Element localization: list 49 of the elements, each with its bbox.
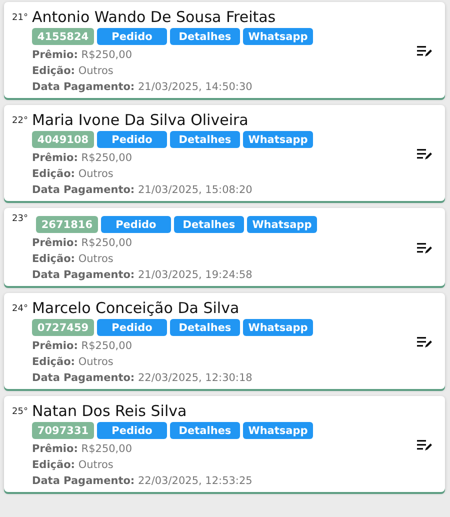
code-badge: 7097331: [32, 422, 94, 439]
code-badge: 2671816: [36, 216, 98, 233]
action-button[interactable]: Detalhes: [170, 131, 240, 148]
detail-text: Prêmio: R$250,00: [32, 49, 134, 61]
edit-list-icon[interactable]: [417, 240, 433, 254]
edit-list-icon[interactable]: [417, 44, 433, 58]
rank-label: 24°: [12, 304, 28, 314]
rank-label: 21°: [12, 13, 28, 23]
person-name: Marcelo Conceição Da Silva: [32, 299, 240, 317]
rank-label: 23°: [12, 214, 28, 224]
detail-text: Prêmio: R$250,00: [32, 237, 134, 249]
action-button[interactable]: Whatsapp: [243, 131, 313, 148]
action-button[interactable]: Whatsapp: [243, 319, 313, 336]
rank-label: 22°: [12, 116, 28, 126]
detail-text: Data Pagamento: 21/03/2025, 15:08:20: [32, 184, 254, 196]
action-button[interactable]: Detalhes: [170, 28, 240, 45]
code-badge: 4155824: [32, 28, 94, 45]
detail-text: Edição: Outros: [32, 65, 114, 77]
action-button[interactable]: Pedido: [97, 28, 167, 45]
code-badge: 4049108: [32, 131, 94, 148]
detail-text: Edição: Outros: [32, 356, 114, 368]
detail-text: Data Pagamento: 21/03/2025, 14:50:30: [32, 81, 254, 93]
detail-text: Data Pagamento: 22/03/2025, 12:30:18: [32, 372, 254, 384]
rank-label: 25°: [12, 407, 28, 417]
action-button[interactable]: Whatsapp: [243, 28, 313, 45]
edit-list-icon[interactable]: [417, 438, 433, 452]
person-name: Natan Dos Reis Silva: [32, 402, 187, 420]
action-button[interactable]: Detalhes: [170, 319, 240, 336]
code-badge: 0727459: [32, 319, 94, 336]
edit-list-icon[interactable]: [417, 334, 433, 348]
detail-text: Edição: Outros: [32, 459, 114, 471]
detail-text: Data Pagamento: 22/03/2025, 12:53:25: [32, 475, 254, 487]
detail-text: Prêmio: R$250,00: [32, 443, 134, 455]
person-name: Maria Ivone Da Silva Oliveira: [32, 111, 248, 129]
action-button[interactable]: Whatsapp: [243, 422, 313, 439]
detail-text: Edição: Outros: [32, 168, 114, 180]
action-button[interactable]: Whatsapp: [246, 216, 317, 233]
edit-list-icon[interactable]: [417, 146, 433, 160]
action-button[interactable]: Pedido: [97, 131, 167, 148]
action-button[interactable]: Detalhes: [174, 216, 244, 233]
detail-text: Data Pagamento: 21/03/2025, 19:24:58: [32, 269, 254, 281]
detail-text: Prêmio: R$250,00: [32, 152, 134, 164]
detail-text: Prêmio: R$250,00: [32, 340, 134, 352]
action-button[interactable]: Pedido: [97, 319, 167, 336]
action-button[interactable]: Detalhes: [170, 422, 240, 439]
person-name: Antonio Wando De Sousa Freitas: [32, 8, 276, 26]
detail-text: Edição: Outros: [32, 253, 114, 265]
action-button[interactable]: Pedido: [97, 422, 167, 439]
action-button[interactable]: Pedido: [100, 216, 171, 233]
